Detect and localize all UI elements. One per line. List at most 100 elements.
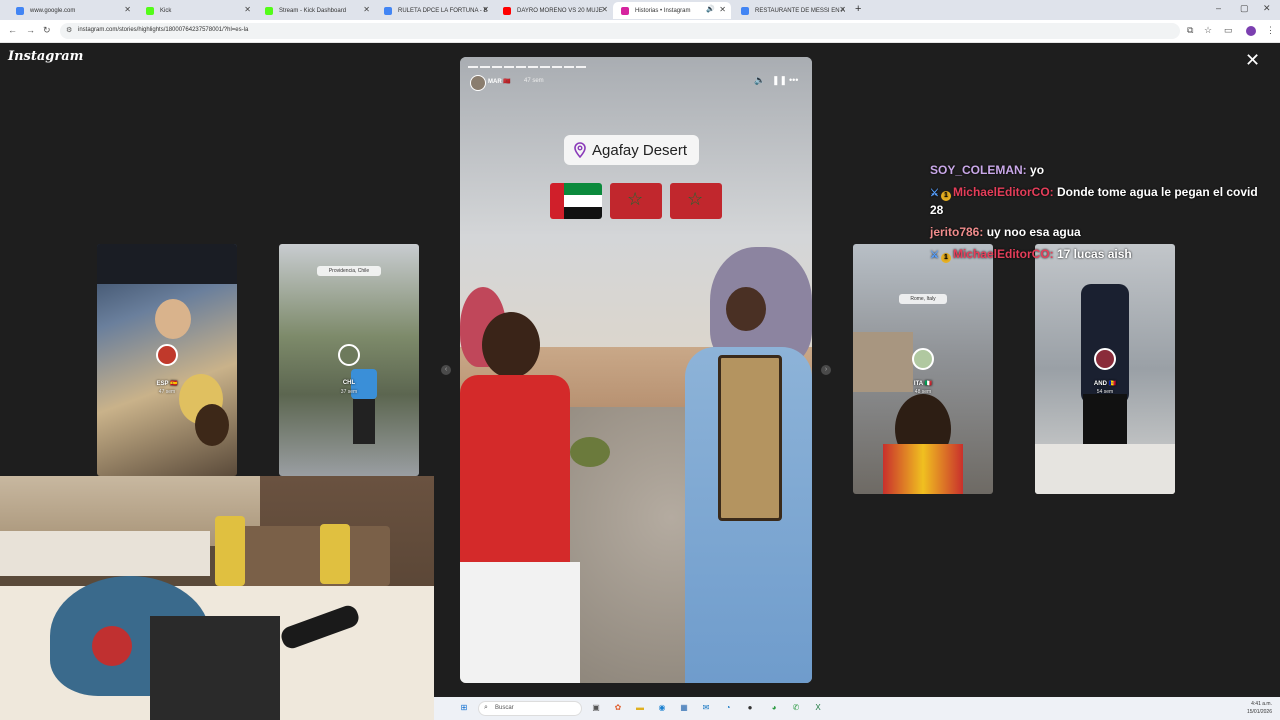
close-stories-button[interactable]: ✕ — [1245, 51, 1260, 69]
close-tab-icon[interactable]: ✕ — [482, 5, 489, 14]
kick-favicon-icon — [146, 7, 154, 15]
story-avatar — [912, 348, 934, 370]
snow-ledge — [1035, 444, 1175, 494]
tab-kick-dashboard[interactable]: Stream - Kick Dashboard ✕ — [257, 2, 375, 19]
morocco-flag: ☆ — [670, 183, 722, 219]
edge-icon[interactable]: ◉ — [656, 702, 668, 714]
reload-icon[interactable]: ↻ — [43, 25, 51, 36]
kitchen-counter — [0, 531, 210, 576]
more-options-icon[interactable]: ••• — [789, 75, 798, 85]
search-icon: ⌕ — [484, 704, 488, 711]
story-username: ITA 🇮🇹 — [913, 381, 933, 387]
streamer-shirt — [150, 616, 280, 720]
tab-kick[interactable]: Kick ✕ — [138, 2, 256, 19]
story-avatar — [1094, 348, 1116, 370]
location-sticker: Rome, Italy — [899, 294, 947, 304]
location-sticker[interactable]: Agafay Desert — [564, 135, 700, 165]
system-clock[interactable]: 4:41 a.m. 15/01/2026 — [1247, 700, 1272, 716]
minimize-icon[interactable]: – — [1216, 3, 1221, 13]
story-age: 54 sem — [1096, 389, 1114, 395]
chrome-icon[interactable]: ◕ — [768, 702, 780, 714]
next-story-icon[interactable]: › — [821, 365, 831, 375]
obs-icon[interactable]: ● — [744, 702, 756, 714]
windows-start-icon[interactable]: ⊞ — [458, 702, 470, 714]
copilot-icon[interactable]: ✿ — [612, 702, 624, 714]
audio-playing-icon[interactable]: 🔊 — [706, 5, 715, 13]
back-icon[interactable]: ← — [8, 25, 17, 35]
close-tab-icon[interactable]: ✕ — [363, 5, 370, 14]
story-preview-ita[interactable]: Rome, Italy ITA 🇮🇹 48 sem — [853, 244, 993, 494]
location-label: Agafay Desert — [592, 141, 688, 159]
person-face — [482, 312, 540, 378]
tab-restaurante[interactable]: RESTAURANTE DE MESSI EN A ✕ — [733, 2, 851, 19]
tab-strip: www.google.com ✕ Kick ✕ Stream - Kick Dash… — [0, 0, 1280, 20]
address-bar[interactable]: ⚙ instagram.com/stories/highlights/18000… — [60, 23, 1180, 39]
previous-story-icon[interactable]: ‹ — [441, 365, 451, 375]
subscriber-badge-icon: 1 — [940, 191, 951, 201]
story-time: 47 sem — [524, 78, 544, 84]
bookmark-star-icon[interactable]: ☆ — [1204, 25, 1212, 36]
google-favicon-icon — [16, 7, 24, 15]
instagram-logo[interactable]: Instagram — [8, 49, 83, 64]
mail-icon[interactable]: ✉ — [700, 702, 712, 714]
site-info-icon[interactable]: ⚙ — [66, 26, 72, 34]
story-preview-chl[interactable]: Providencia, Chile CHL 37 sem — [279, 244, 419, 476]
story-avatar — [156, 344, 178, 366]
sidebar-icon[interactable]: ▭ — [1224, 25, 1233, 36]
chat-message: ⚔ 1 MichaelEditorCO: 17 lucas aish — [930, 247, 1132, 263]
file-explorer-icon[interactable]: ▬ — [634, 702, 646, 714]
url-text: instagram.com/stories/highlights/1800076… — [78, 27, 249, 33]
stadium-sign — [97, 244, 237, 284]
taskbar-search[interactable]: ⌕ Buscar — [478, 701, 582, 716]
store-icon[interactable]: ▦ — [678, 702, 690, 714]
story-avatar[interactable] — [470, 75, 486, 91]
story-progress-bar — [468, 66, 586, 68]
tab-youtube[interactable]: DAYRO MORENO VS 20 MUJE ✕ — [495, 2, 613, 19]
excel-icon[interactable]: X — [812, 702, 824, 714]
story-age: 47 sem — [158, 389, 176, 395]
desert-bush — [570, 437, 610, 467]
story-username[interactable]: MAR 🇲🇦 — [488, 78, 511, 85]
pause-icon[interactable]: ❚❚ — [772, 75, 787, 86]
mute-icon[interactable]: 🔈 — [754, 75, 765, 86]
story-player[interactable]: MAR 🇲🇦 47 sem 🔈 ❚❚ ••• Agafay Desert ☆ ☆ — [460, 57, 812, 683]
close-tab-icon[interactable]: ✕ — [244, 5, 251, 14]
google-favicon-icon — [741, 7, 749, 15]
cap-logo — [92, 626, 132, 666]
white-shorts — [460, 562, 580, 683]
google-favicon-icon — [384, 7, 392, 15]
profile-avatar[interactable] — [1246, 26, 1256, 36]
install-app-icon[interactable]: ⧉ — [1187, 25, 1193, 36]
location-pin-icon — [574, 142, 586, 158]
story-username: CHL — [342, 380, 356, 386]
app-icon[interactable]: ◔ — [722, 702, 734, 714]
close-tab-icon[interactable]: ✕ — [839, 5, 846, 14]
close-tab-icon[interactable]: ✕ — [124, 5, 131, 14]
close-tab-icon[interactable]: ✕ — [601, 5, 608, 14]
story-avatar — [338, 344, 360, 366]
yellow-chair — [320, 524, 350, 584]
sword-badge-icon: ⚔ — [930, 250, 939, 261]
task-view-icon[interactable]: ▣ — [590, 702, 602, 714]
close-tab-icon[interactable]: ✕ — [719, 5, 726, 14]
person-face — [726, 287, 766, 331]
stream-chat-overlay: SOY_COLEMAN: yo ⚔ 1 MichaelEditorCO: Donde… — [930, 162, 1270, 269]
whatsapp-icon[interactable]: ✆ — [790, 702, 802, 714]
kick-favicon-icon — [265, 7, 273, 15]
morocco-flag: ☆ — [610, 183, 662, 219]
windows-taskbar: ⊞ ⌕ Buscar ▣ ✿ ▬ ◉ ▦ ✉ ◔ ● ◕ ✆ X 4:41 a.… — [434, 697, 1280, 720]
maximize-icon[interactable]: ▢ — [1240, 3, 1249, 14]
sword-badge-icon: ⚔ — [930, 188, 939, 199]
story-preview-esp[interactable]: ESP 🇪🇸 47 sem — [97, 244, 237, 476]
close-window-icon[interactable]: ✕ — [1263, 3, 1271, 14]
forward-icon[interactable]: → — [26, 25, 35, 35]
menu-kebab-icon[interactable]: ⋮ — [1266, 25, 1275, 36]
story-preview-and[interactable]: AND 🇦🇩 54 sem — [1035, 244, 1175, 494]
tab-google[interactable]: www.google.com ✕ — [8, 2, 136, 19]
story-username: ESP 🇪🇸 — [156, 381, 178, 387]
tab-instagram[interactable]: Historias • Instagram 🔊 ✕ — [613, 2, 731, 19]
new-tab-button[interactable]: + — [855, 3, 861, 15]
tab-ruleta[interactable]: RULETA DPCE LA FORTUNA - B ✕ — [376, 2, 494, 19]
morocco-jersey — [460, 375, 570, 575]
subscriber-badge-icon: 1 — [940, 253, 951, 263]
